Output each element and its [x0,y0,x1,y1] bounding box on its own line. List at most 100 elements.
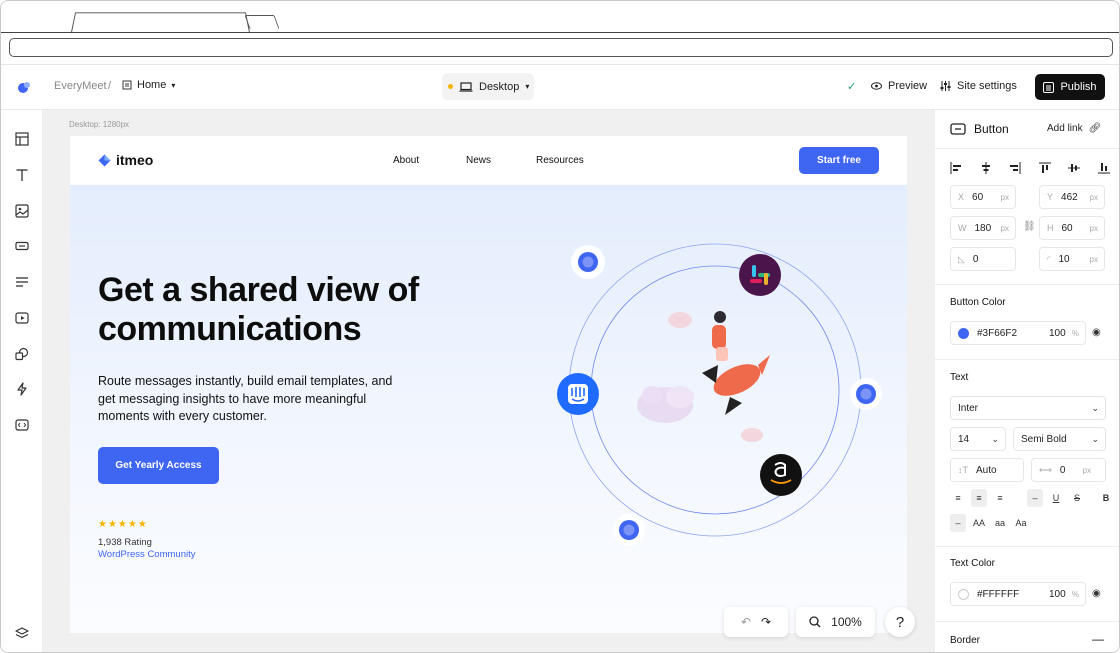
text-case-group: – AA aa Aa [950,514,1029,532]
width-field[interactable]: W 180 px [950,216,1016,240]
bold-icon[interactable]: B [1098,489,1114,507]
preview-button[interactable]: Preview [871,80,927,92]
button-color-field[interactable]: #3F66F2 100 % [950,321,1086,345]
publish-button[interactable]: Publish [1035,74,1105,100]
get-yearly-access-button[interactable]: Get Yearly Access [98,447,219,484]
site-navbar[interactable]: itmeo About News Resources Start free [70,136,907,185]
form-tool-icon[interactable] [13,273,31,291]
underline-icon[interactable]: U [1048,489,1064,507]
community-link[interactable]: WordPress Community [98,549,196,560]
page-selector[interactable]: Home ▾ [122,79,175,91]
chevron-down-icon: ▾ [525,82,530,91]
intercom-logo-icon [557,373,599,415]
chevron-down-icon: ⌄ [1091,402,1099,413]
hero-headline[interactable]: Get a shared view of communications [98,271,498,349]
height-field[interactable]: H 60 px [1039,216,1105,240]
letter-spacing-field[interactable]: ⟷ 0 px [1031,458,1106,482]
redo-icon[interactable]: ↷ [761,615,771,629]
text-color-field[interactable]: #FFFFFF 100 % [950,582,1086,606]
align-right-icon[interactable] [1009,162,1021,174]
align-left-icon[interactable] [950,162,962,174]
nav-link-resources[interactable]: Resources [536,155,584,166]
address-bar[interactable] [9,38,1113,57]
text-color-swatch[interactable] [958,588,969,600]
align-center-h-icon[interactable] [980,162,992,174]
font-weight-select[interactable]: Semi Bold ⌄ [1013,427,1106,451]
x-position-field[interactable]: X 60 px [950,185,1016,209]
orbit-illustration[interactable] [530,225,900,555]
capitalize-button[interactable]: Aa [1013,514,1029,532]
eye-icon[interactable]: ◉ [1092,327,1101,338]
add-link-button[interactable]: Add link 🔗︎ [1047,123,1101,134]
design-canvas[interactable]: Desktop: 1280px itmeo About News Resourc… [43,110,934,652]
h-unit: px [1089,223,1098,233]
text-align-center-icon[interactable]: ≡ [971,489,987,507]
interaction-bolt-icon[interactable] [13,380,31,398]
text-opacity-unit: % [1071,589,1079,599]
button-opacity: 100 [1049,327,1066,339]
app-logo-icon[interactable] [16,79,32,95]
shapes-tool-icon[interactable] [13,345,31,363]
editor-topbar: EveryMeet / Home ▾ Desktop ▾ ✓ Preview S… [1,65,1119,110]
canvas-width-label: Desktop: 1280px [69,120,130,129]
editor-window: EveryMeet / Home ▾ Desktop ▾ ✓ Preview S… [0,0,1120,653]
text-align-left-icon[interactable]: ≡ [950,489,966,507]
zoom-control[interactable]: 100% [796,607,875,637]
breadcrumb-site[interactable]: EveryMeet [54,80,107,92]
radius-unit: px [1089,254,1098,264]
align-top-icon[interactable] [1038,162,1051,174]
text-align-right-icon[interactable]: ≡ [992,489,1008,507]
alignment-row [950,162,1110,174]
eye-icon[interactable]: ◉ [1092,588,1101,599]
strikethrough-icon[interactable]: S [1069,489,1085,507]
device-selector[interactable]: Desktop ▾ [442,73,534,100]
start-free-button[interactable]: Start free [799,147,879,174]
no-decoration-icon[interactable]: – [1027,489,1043,507]
lowercase-button[interactable]: aa [992,514,1008,532]
preview-label: Preview [888,80,928,92]
letter-spacing-icon: ⟷ [1039,464,1052,475]
uppercase-button[interactable]: AA [971,514,987,532]
browser-tab[interactable] [70,12,251,34]
new-tab-button[interactable] [244,15,280,29]
text-align-group: ≡ ≡ ≡ [950,489,1008,507]
button-color-swatch[interactable] [958,327,969,339]
layers-icon[interactable] [13,624,31,642]
font-size-select[interactable]: 14 ⌄ [950,427,1006,451]
site-brand[interactable]: itmeo [98,152,153,168]
y-position-field[interactable]: Y 462 px [1039,185,1105,209]
letter-spacing-unit: px [1082,465,1091,475]
line-height-value: Auto [976,464,997,476]
text-tool-icon[interactable] [13,166,31,184]
add-link-label: Add link [1047,123,1083,134]
button-tool-icon[interactable] [13,237,31,255]
undo-icon[interactable]: ↶ [741,615,751,629]
align-middle-v-icon[interactable] [1068,162,1081,174]
line-height-field[interactable]: ↕T Auto [950,458,1024,482]
lock-ratio-icon[interactable]: ⛓︎ [1023,221,1036,232]
left-toolbar [1,110,43,652]
chevron-down-icon: ▾ [171,80,176,90]
site-settings-button[interactable]: Site settings [940,80,1017,92]
align-bottom-icon[interactable] [1097,162,1110,174]
nav-link-news[interactable]: News [466,155,491,166]
site-settings-label: Site settings [957,80,1017,92]
site-frame[interactable]: itmeo About News Resources Start free Ge… [70,136,907,633]
rotation-field[interactable]: ◺ 0 [950,247,1016,271]
case-none-icon[interactable]: – [950,514,966,532]
collapse-icon[interactable]: — [1092,632,1104,646]
page-icon [122,80,132,90]
font-family-select[interactable]: Inter ⌄ [950,396,1106,420]
nav-link-about[interactable]: About [393,155,419,166]
hero-subtext[interactable]: Route messages instantly, build email te… [98,373,398,426]
hero-section[interactable]: Get a shared view of communications Rout… [70,185,907,633]
video-tool-icon[interactable] [13,309,31,327]
browser-chrome [1,1,1119,65]
button-color-hex: #3F66F2 [977,327,1018,339]
image-tool-icon[interactable] [13,202,31,220]
w-value: 180 [974,222,992,234]
code-embed-icon[interactable] [13,416,31,434]
corner-radius-field[interactable]: ◜ 10 px [1039,247,1105,271]
help-button[interactable]: ? [885,607,915,637]
layout-icon[interactable] [13,130,31,148]
